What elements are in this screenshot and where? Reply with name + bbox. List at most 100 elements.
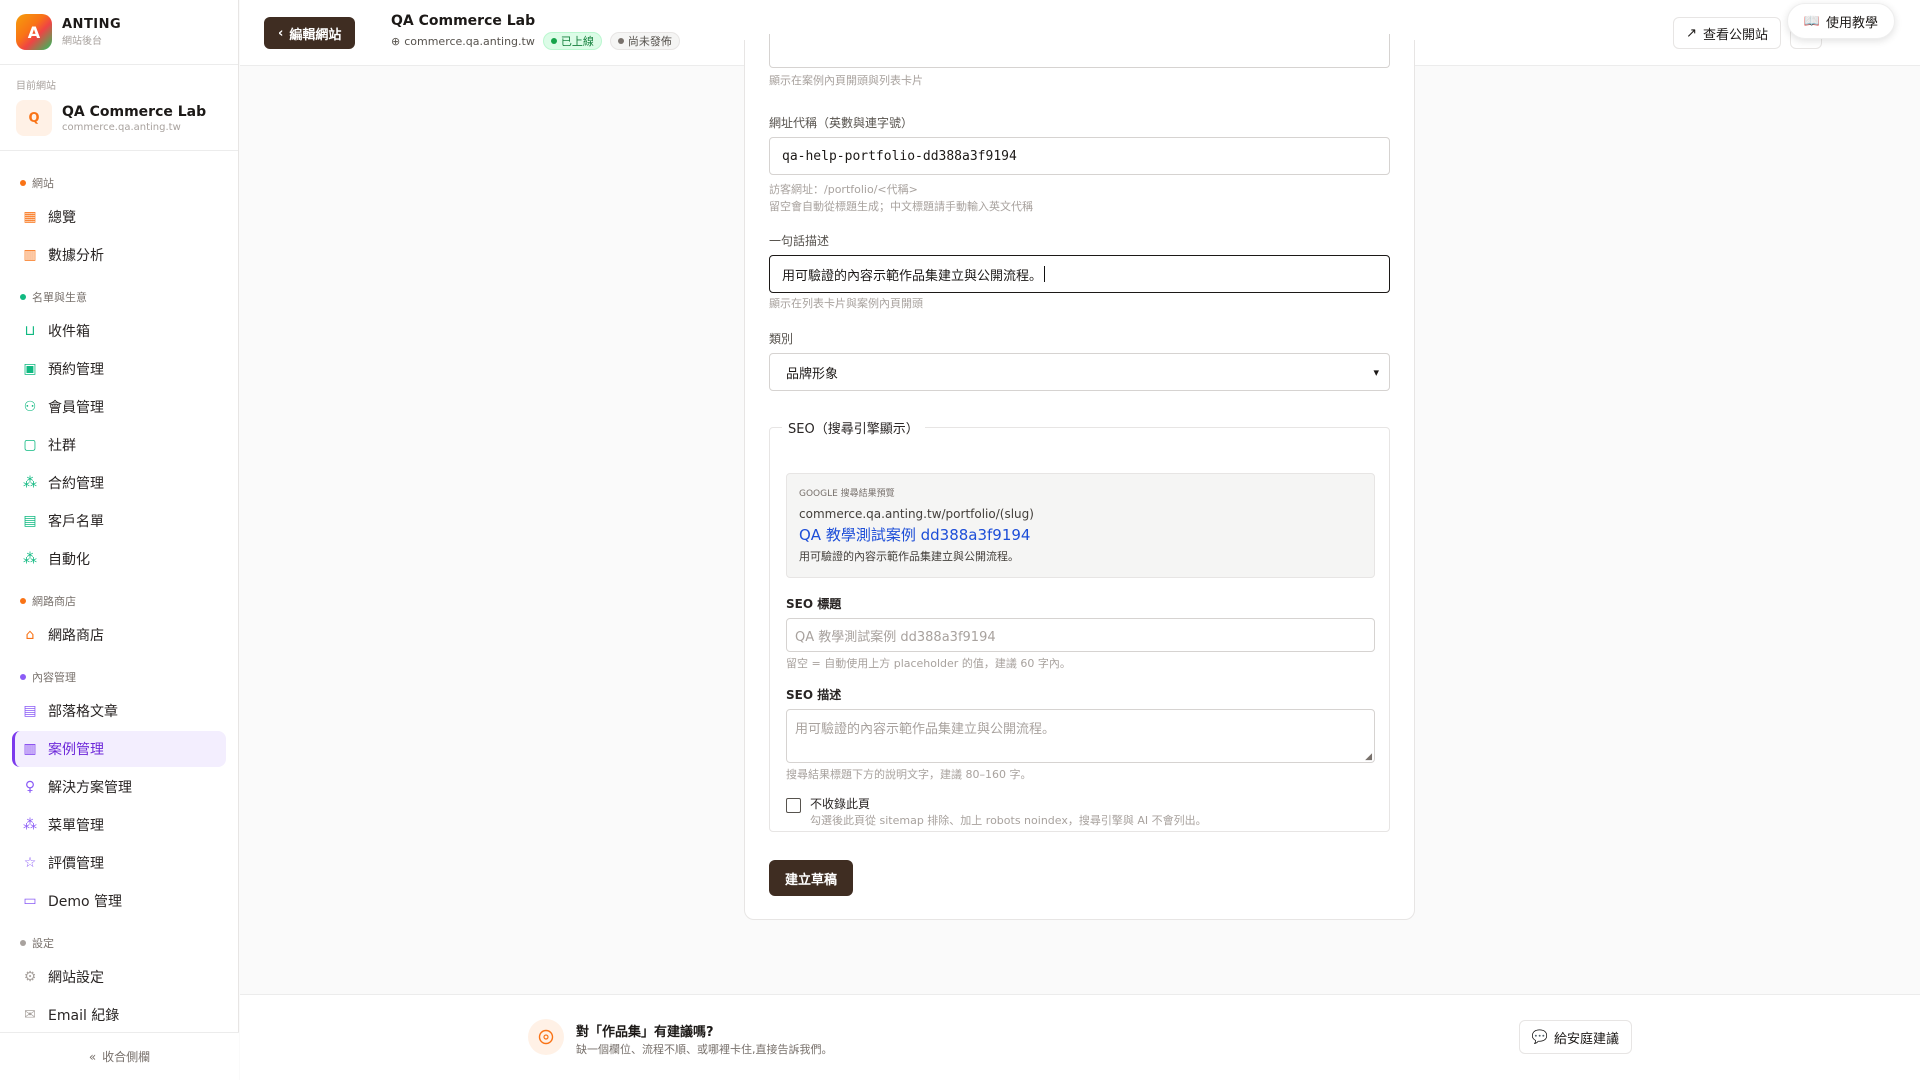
site-avatar: Q bbox=[16, 100, 52, 136]
back-button-label: 編輯網站 bbox=[289, 27, 342, 43]
give-feedback-button[interactable]: 💬 給安庭建議 bbox=[1518, 1020, 1632, 1054]
nav-group: 網路商店 ⌂ 網路商店 bbox=[12, 587, 226, 653]
tagline-label: 一句話描述 bbox=[769, 234, 830, 248]
sidebar: A ANTING 網站後台 目前網站 Q QA Commerce Lab com… bbox=[0, 0, 239, 1080]
group-dot-icon bbox=[20, 180, 26, 186]
sidebar-item[interactable]: ▢ 社群 bbox=[12, 427, 226, 463]
sidebar-item[interactable]: ⊔ 收件箱 bbox=[12, 313, 226, 349]
sidebar-item[interactable]: ⚇ 會員管理 bbox=[12, 389, 226, 425]
preview-url: commerce.qa.anting.tw/portfolio/(slug) bbox=[799, 507, 1034, 521]
tagline-input[interactable]: 用可驗證的內容示範作品集建立與公開流程。 bbox=[769, 255, 1390, 293]
workflow-icon: ⁂ bbox=[23, 817, 37, 833]
topbar-site-info: QA Commerce Lab ⊕ commerce.qa.anting.tw … bbox=[391, 13, 680, 50]
group-dot-icon bbox=[20, 598, 26, 604]
seo-fieldset: SEO（搜尋引擎顯示） GOOGLE 搜尋結果預覽 commerce.qa.an… bbox=[769, 418, 1390, 832]
nav-group-label: 名單與生意 bbox=[12, 283, 226, 311]
preview-title: QA 教學測試案例 dd388a3f9194 bbox=[799, 526, 1031, 544]
title-input[interactable] bbox=[769, 34, 1390, 68]
preview-description: 用可驗證的內容示範作品集建立與公開流程。 bbox=[799, 550, 1019, 563]
brand-name: ANTING bbox=[62, 17, 122, 32]
google-preview: GOOGLE 搜尋結果預覽 commerce.qa.anting.tw/port… bbox=[786, 473, 1375, 578]
sidebar-item[interactable]: ⚙ 網站設定 bbox=[12, 959, 226, 995]
help-tutorial-button[interactable]: 📖 使用教學 bbox=[1786, 3, 1895, 39]
give-feedback-label: 給安庭建議 bbox=[1553, 1031, 1619, 1047]
sidebar-item[interactable]: ✉ Email 紀錄 bbox=[12, 997, 226, 1033]
sidebar-item-label: 數據分析 bbox=[48, 248, 104, 264]
back-to-edit-site-button[interactable]: ‹ 編輯網站 bbox=[264, 17, 356, 49]
brand-logo: A bbox=[16, 14, 52, 50]
sidebar-item[interactable]: ♀ 解決方案管理 bbox=[12, 769, 226, 805]
sidebar-item[interactable]: ▤ 部落格文章 bbox=[12, 693, 226, 729]
briefcase-icon: ▥ bbox=[23, 741, 37, 757]
sidebar-item[interactable]: ▦ 總覽 bbox=[12, 199, 226, 235]
feedback-title: 對「作品集」有建議嗎? bbox=[576, 1025, 714, 1040]
view-public-site-button[interactable]: ↗ 查看公開站 bbox=[1673, 17, 1781, 49]
sidebar-item-label: 總覽 bbox=[48, 210, 76, 226]
nav-group: 名單與生意 ⊔ 收件箱 ▣ 預約管理 ⚇ 會員管理 ▢ 社群 ⁂ 合約管理 ▤ 客戶名單 ⁂ 自動化 bbox=[12, 283, 226, 577]
sidebar-item-label: 客戶名單 bbox=[48, 514, 104, 530]
store-icon: ⌂ bbox=[25, 627, 35, 643]
sidebar-item[interactable]: ▭ Demo 管理 bbox=[12, 883, 226, 919]
sidebar-item[interactable]: ▥ 案例管理 bbox=[12, 731, 226, 767]
sidebar-item-label: Demo 管理 bbox=[48, 894, 123, 910]
lightbulb-icon: ♀ bbox=[24, 779, 36, 795]
nav-group: 內容管理 ▤ 部落格文章 ▥ 案例管理 ♀ 解決方案管理 ⁂ 菜單管理 ☆ 評價管理 ▭ Demo 管理 bbox=[12, 663, 226, 919]
book-icon: 📖 bbox=[1803, 13, 1820, 29]
resize-handle-icon[interactable]: ◢ bbox=[1365, 752, 1372, 762]
sidebar-item-label: 評價管理 bbox=[48, 856, 104, 872]
topbar-site-domain: commerce.qa.anting.tw bbox=[404, 34, 535, 48]
tagline-value: 用可驗證的內容示範作品集建立與公開流程。 bbox=[782, 268, 1043, 284]
sidebar-item[interactable]: ▣ 預約管理 bbox=[12, 351, 226, 387]
sidebar-item[interactable]: ⌂ 網路商店 bbox=[12, 617, 226, 653]
nav-group-label: 設定 bbox=[12, 929, 226, 957]
noindex-checkbox[interactable] bbox=[786, 798, 801, 813]
category-value: 品牌形象 bbox=[786, 366, 839, 382]
collapse-sidebar-button[interactable]: « 收合側欄 bbox=[0, 1032, 239, 1080]
feedback-bar: 對「作品集」有建議嗎? 缺一個欄位、流程不順、或哪裡卡住,直接告訴我們。 💬 給… bbox=[240, 994, 1920, 1080]
status-badge-draft: 尚未發佈 bbox=[609, 32, 680, 50]
brand-header[interactable]: A ANTING 網站後台 bbox=[0, 0, 238, 65]
chevron-down-icon: ▾ bbox=[1373, 365, 1379, 379]
status-badge-live: 已上線 bbox=[542, 32, 602, 50]
sidebar-item[interactable]: ⁂ 合約管理 bbox=[12, 465, 226, 501]
seo-desc-textarea[interactable]: 用可驗證的內容示範作品集建立與公開流程。 ◢ bbox=[786, 709, 1375, 763]
sidebar-item[interactable]: ☆ 評價管理 bbox=[12, 845, 226, 881]
category-select[interactable]: 品牌形象 ▾ bbox=[769, 353, 1390, 391]
chevrons-left-icon: « bbox=[88, 1049, 97, 1064]
slug-input[interactable]: qa-help-portfolio-dd388a3f9194 bbox=[769, 137, 1390, 175]
calendar-icon: ▣ bbox=[23, 361, 37, 377]
users-icon: ⚇ bbox=[23, 399, 37, 415]
slug-hint-url: 訪客網址：/portfolio/<代稱> bbox=[769, 183, 918, 196]
sidebar-item[interactable]: ⁂ 自動化 bbox=[12, 541, 226, 577]
current-site-domain: commerce.qa.anting.tw bbox=[62, 121, 181, 133]
nav-group-label: 網路商店 bbox=[12, 587, 226, 615]
sidebar-item-label: 合約管理 bbox=[48, 476, 104, 492]
mail-icon: ✉ bbox=[24, 1007, 36, 1023]
group-dot-icon bbox=[20, 294, 26, 300]
message-icon: 💬 bbox=[1531, 1029, 1548, 1045]
globe-icon: ⊕ bbox=[391, 34, 401, 48]
create-draft-button[interactable]: 建立草稿 bbox=[769, 860, 854, 896]
preview-label: GOOGLE 搜尋結果預覽 bbox=[799, 489, 895, 499]
current-site-panel: 目前網站 Q QA Commerce Lab commerce.qa.antin… bbox=[0, 65, 238, 151]
slug-label: 網址代稱（英數與連字號） bbox=[769, 116, 914, 130]
current-site-label: 目前網站 bbox=[16, 81, 56, 92]
contact-icon: ▤ bbox=[23, 513, 37, 529]
feedback-subtitle: 缺一個欄位、流程不順、或哪裡卡住,直接告訴我們。 bbox=[576, 1043, 833, 1056]
chat-icon: ▢ bbox=[23, 437, 37, 453]
noindex-hint: 勾選後此頁從 sitemap 排除、加上 robots noindex，搜尋引擎… bbox=[810, 814, 1207, 827]
seo-title-hint: 留空 = 自動使用上方 placeholder 的值，建議 60 字內。 bbox=[786, 657, 1071, 670]
sidebar-item[interactable]: ▤ 客戶名單 bbox=[12, 503, 226, 539]
help-tutorial-label: 使用教學 bbox=[1825, 15, 1878, 31]
sidebar-item-label: 網路商店 bbox=[48, 628, 104, 644]
sidebar-item[interactable]: ▥ 數據分析 bbox=[12, 237, 226, 273]
sidebar-item[interactable]: ⁂ 菜單管理 bbox=[12, 807, 226, 843]
seo-title-input[interactable]: QA 教學測試案例 dd388a3f9194 bbox=[786, 618, 1375, 652]
group-dot-icon bbox=[20, 674, 26, 680]
sidebar-item-label: Email 紀錄 bbox=[48, 1008, 120, 1024]
seo-desc-hint: 搜尋結果標題下方的說明文字，建議 80–160 字。 bbox=[786, 768, 1032, 781]
sidebar-item-label: 部落格文章 bbox=[48, 704, 118, 720]
sidebar-item-label: 菜單管理 bbox=[48, 818, 104, 834]
current-site-switcher[interactable]: Q QA Commerce Lab commerce.qa.anting.tw bbox=[16, 100, 222, 136]
sidebar-item-label: 預約管理 bbox=[48, 362, 104, 378]
